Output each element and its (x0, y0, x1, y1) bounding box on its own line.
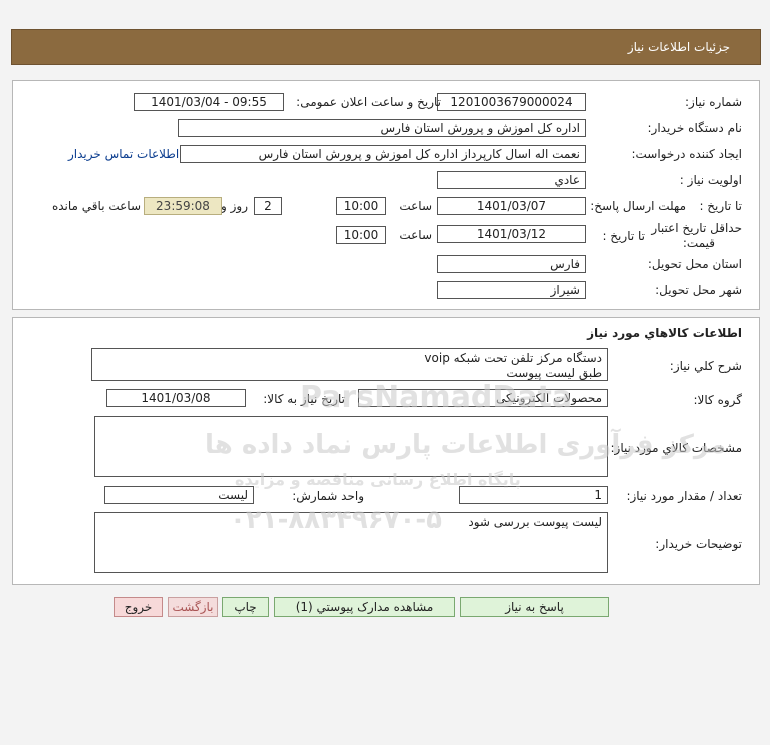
buyer-org-label: نام دستگاه خریدار: (647, 121, 743, 135)
deadline-time-label: ساعت (399, 199, 432, 213)
details-panel: شماره نیاز: 1201003679000024 تاریخ و ساع… (12, 80, 760, 310)
print-button[interactable]: چاپ (222, 597, 269, 617)
validity-time-field: 10:00 (336, 226, 386, 244)
buyer-notes-field: لیست پیوست بررسی شود (94, 512, 608, 573)
need-date-label: تاریخ نیاز به کالا: (263, 392, 345, 406)
attachments-button[interactable]: مشاهده مدارک پیوستي (1) (274, 597, 455, 617)
back-button[interactable]: بازگشت (168, 597, 218, 617)
city-field: شیراز (437, 281, 586, 299)
buyer-contact-link[interactable]: اطلاعات تماس خریدار (68, 147, 179, 161)
need-date-field: 1401/03/08 (106, 389, 246, 407)
unit-field: لیست (104, 486, 254, 504)
goods-panel: اطلاعات کالاهاي مورد نیاز شرح کلي نیاز: … (12, 317, 760, 585)
announce-label: تاریخ و ساعت اعلان عمومی: (296, 95, 441, 109)
buyer-org-field: اداره کل اموزش و پرورش استان فارس (178, 119, 586, 137)
priority-field: عادي (437, 171, 586, 189)
announce-field: 1401/03/04 - 09:55 (134, 93, 284, 111)
deadline-date-field: 1401/03/07 (437, 197, 586, 215)
city-label: شهر محل تحویل: (655, 283, 742, 297)
requester-field: نعمت اله اسال کارپرداز اداره کل اموزش و … (180, 145, 586, 163)
page-header: جزئیات اطلاعات نیاز (11, 29, 761, 65)
need-number-label: شماره نیاز: (685, 95, 742, 109)
validity-label-line2: قیمت: (682, 236, 715, 250)
unit-label: واحد شمارش: (292, 489, 364, 503)
specs-label: مشخصات کالاي مورد نیاز: (610, 441, 742, 455)
deadline-time-field: 10:00 (336, 197, 386, 215)
summary-line-1: دستگاه مرکز تلفن تحت شبکه voip (424, 351, 602, 365)
summary-line-2: طبق لیست پیوست (506, 366, 602, 380)
reply-button[interactable]: پاسخ به نیاز (460, 597, 609, 617)
province-field: فارس (437, 255, 586, 273)
summary-label: شرح کلي نیاز: (669, 359, 742, 373)
validity-to-date-label: تا تاریخ : (602, 229, 645, 243)
province-label: استان محل تحویل: (647, 257, 742, 271)
remaining-time-label: ساعت باقي مانده (51, 199, 141, 213)
deadline-to-date-label: تا تاریخ : (699, 199, 742, 213)
goods-section-title: اطلاعات کالاهاي مورد نیاز (587, 326, 742, 340)
requester-label: ایجاد کننده درخواست: (631, 147, 742, 161)
page-title: جزئیات اطلاعات نیاز (627, 40, 730, 54)
quantity-field: 1 (459, 486, 608, 504)
quantity-label: تعداد / مقدار مورد نیاز: (626, 489, 742, 503)
buyer-notes-label: توضیحات خریدار: (655, 537, 742, 551)
validity-label-line1: حداقل تاریخ اعتبار (651, 221, 742, 235)
group-label: گروه کالا: (693, 393, 743, 407)
validity-date-field: 1401/03/12 (437, 225, 586, 243)
validity-time-label: ساعت (399, 228, 432, 242)
deadline-label: مهلت ارسال پاسخ: (590, 199, 686, 213)
days-remaining-field: 2 (254, 197, 282, 215)
days-label: روز و (221, 199, 248, 213)
group-field: محصولات الکترونیکی (358, 389, 608, 407)
summary-field: دستگاه مرکز تلفن تحت شبکه voip طبق لیست … (91, 348, 608, 381)
remaining-time-field: 23:59:08 (144, 197, 222, 215)
priority-label: اولویت نیاز : (679, 173, 742, 187)
exit-button[interactable]: خروج (114, 597, 163, 617)
need-number-field: 1201003679000024 (437, 93, 586, 111)
specs-field (94, 416, 608, 477)
